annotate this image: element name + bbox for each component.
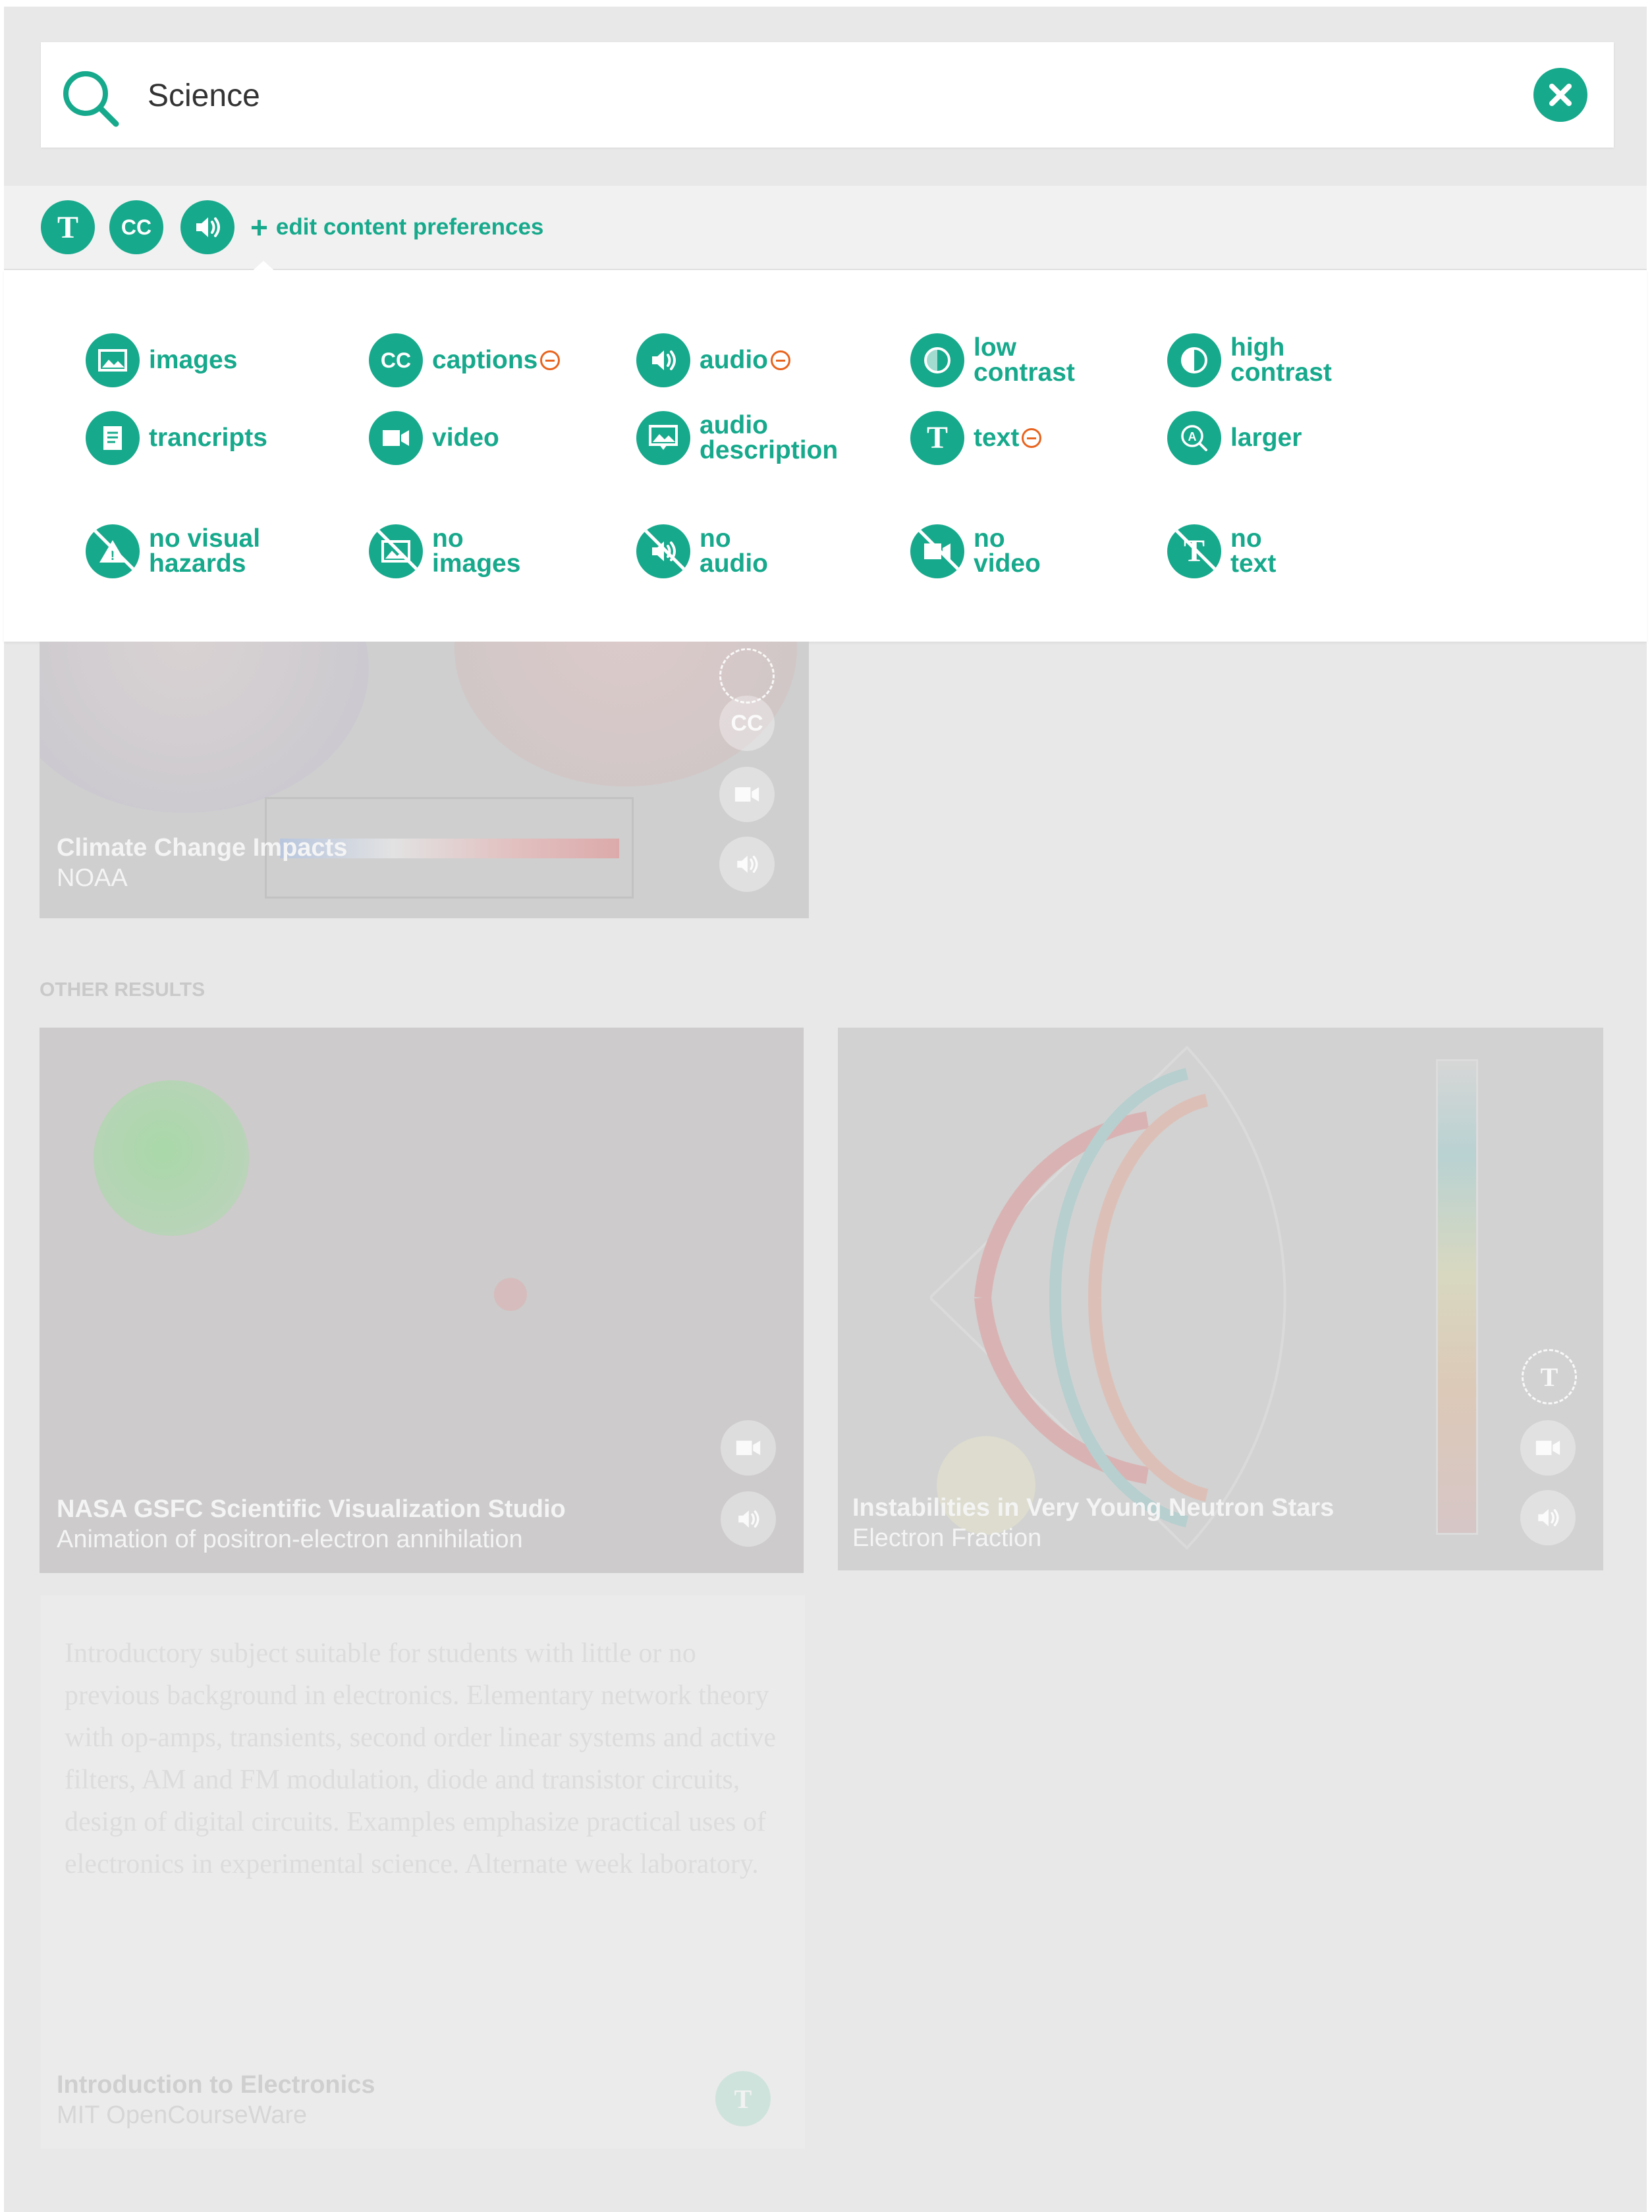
pref-no-images[interactable]: no images	[369, 524, 520, 578]
svg-text:!: !	[111, 549, 115, 563]
pref-no-visual-hazards[interactable]: ! no visual hazards	[86, 524, 260, 578]
svg-text:A: A	[1188, 430, 1197, 443]
pref-images[interactable]: images	[86, 333, 237, 387]
no-audio-icon	[636, 524, 690, 578]
pref-text[interactable]: T text	[910, 411, 1042, 465]
audio-icon[interactable]	[180, 200, 234, 254]
pref-no-images-label-2: images	[432, 549, 521, 578]
card-title: Instabilities in Very Young Neutron Star…	[852, 1494, 1335, 1522]
pref-audio-description-label-2: description	[700, 436, 839, 464]
pref-high-contrast[interactable]: high contrast	[1167, 333, 1332, 387]
particle-image	[494, 1278, 527, 1311]
edit-content-preferences-label: edit content preferences	[275, 214, 544, 240]
pref-audio-label: audio	[700, 346, 768, 374]
card-source: NOAA	[57, 864, 128, 892]
pref-audio[interactable]: audio	[636, 333, 790, 387]
result-card[interactable]: Introductory subject suitable for studen…	[41, 1595, 805, 2149]
pref-transcripts[interactable]: trancripts	[86, 411, 267, 465]
high-contrast-icon	[1167, 333, 1221, 387]
captions-icon: CC	[719, 696, 775, 751]
pref-transcripts-label: trancripts	[149, 424, 267, 452]
pref-high-contrast-label-2: contrast	[1230, 358, 1332, 387]
result-card[interactable]: T Instabilities in Very Young Neutron St…	[838, 1028, 1603, 1570]
text-icon: T	[910, 411, 964, 465]
result-card-featured[interactable]: CC Climate Change Impacts NOAA	[40, 642, 809, 918]
pref-no-audio-label-2: audio	[700, 549, 768, 578]
card-source: MIT OpenCourseWare	[57, 2101, 308, 2129]
card-title: Introduction to Electronics	[57, 2071, 375, 2099]
globe-image	[40, 642, 369, 813]
pref-low-contrast[interactable]: low contrast	[910, 333, 1075, 387]
pref-low-contrast-label-1: low	[974, 333, 1016, 362]
pref-captions-label: captions	[432, 346, 538, 374]
card-description: Introductory subject suitable for studen…	[65, 1638, 777, 1879]
search-bar	[41, 42, 1614, 148]
pref-no-text-label-2: text	[1230, 549, 1277, 578]
pref-audio-description[interactable]: audio description	[636, 411, 838, 465]
pref-no-audio[interactable]: no audio	[636, 524, 768, 578]
plus-icon: +	[250, 210, 268, 244]
card-title: Climate Change Impacts	[57, 834, 348, 862]
text-icon: T	[1522, 1349, 1577, 1404]
remove-icon[interactable]	[540, 350, 561, 370]
text-icon: T	[715, 2071, 771, 2126]
audio-icon	[719, 837, 775, 892]
low-contrast-icon	[910, 333, 964, 387]
video-camera-icon	[719, 767, 775, 822]
pref-video[interactable]: video	[369, 411, 499, 465]
result-card[interactable]: NASA GSFC Scientific Visualization Studi…	[40, 1028, 804, 1573]
captions-icon: CC	[369, 333, 423, 387]
pref-text-label: text	[974, 424, 1020, 452]
particle-image	[94, 1080, 249, 1236]
pref-no-video[interactable]: no video	[910, 524, 1041, 578]
card-source: Animation of positron-electron annihilat…	[57, 1526, 523, 1553]
pref-images-label: images	[149, 346, 238, 374]
pref-high-contrast-label-1: high	[1230, 333, 1285, 362]
pref-no-audio-label-1: no	[700, 524, 731, 553]
search-icon	[63, 71, 119, 127]
edit-content-preferences-link[interactable]: + edit content preferences	[250, 211, 543, 244]
pref-no-text[interactable]: T no text	[1167, 524, 1276, 578]
remove-icon[interactable]	[771, 350, 790, 370]
pref-video-label: video	[432, 424, 499, 452]
close-icon	[1549, 84, 1572, 106]
audio-icon	[1520, 1490, 1576, 1545]
image-icon	[86, 333, 140, 387]
video-camera-icon	[721, 1420, 776, 1476]
audio-description-icon	[636, 411, 690, 465]
remove-icon[interactable]	[1022, 428, 1042, 448]
pref-no-visual-hazards-label-1: no visual	[149, 524, 261, 553]
transcript-icon	[86, 411, 140, 465]
video-camera-icon	[369, 411, 423, 465]
hazard-warning-icon: !	[86, 524, 140, 578]
pref-captions[interactable]: CC captions	[369, 333, 561, 387]
captions-icon[interactable]: CC	[109, 200, 163, 254]
no-text-icon: T	[1167, 524, 1221, 578]
no-image-icon	[369, 524, 423, 578]
clear-search-button[interactable]	[1533, 68, 1587, 122]
pref-no-images-label-1: no	[432, 524, 464, 553]
pref-larger[interactable]: A larger	[1167, 411, 1302, 465]
content-preferences-toolbar: T CC + edit content preferences	[4, 186, 1647, 270]
card-title: NASA GSFC Scientific Visualization Studi…	[57, 1495, 566, 1523]
other-results-heading: OTHER RESULTS	[40, 979, 206, 1001]
audio-icon	[721, 1491, 776, 1547]
color-scale-image	[1436, 1059, 1478, 1535]
preferences-panel: images CC captions audio low contrast hig…	[4, 270, 1647, 642]
search-input[interactable]	[146, 66, 1466, 125]
magnify-text-icon: A	[1167, 411, 1221, 465]
pref-no-text-label-1: no	[1230, 524, 1262, 553]
pref-low-contrast-label-2: contrast	[974, 358, 1075, 387]
text-icon[interactable]: T	[41, 200, 95, 254]
pref-no-video-label-2: video	[974, 549, 1041, 578]
audio-icon	[636, 333, 690, 387]
card-source: Electron Fraction	[852, 1524, 1042, 1552]
pref-no-visual-hazards-label-2: hazards	[149, 549, 246, 578]
pref-larger-label: larger	[1230, 424, 1302, 452]
no-video-icon	[910, 524, 964, 578]
pref-audio-description-label-1: audio	[700, 411, 768, 439]
video-camera-icon	[1520, 1420, 1576, 1476]
pref-no-video-label-1: no	[974, 524, 1005, 553]
